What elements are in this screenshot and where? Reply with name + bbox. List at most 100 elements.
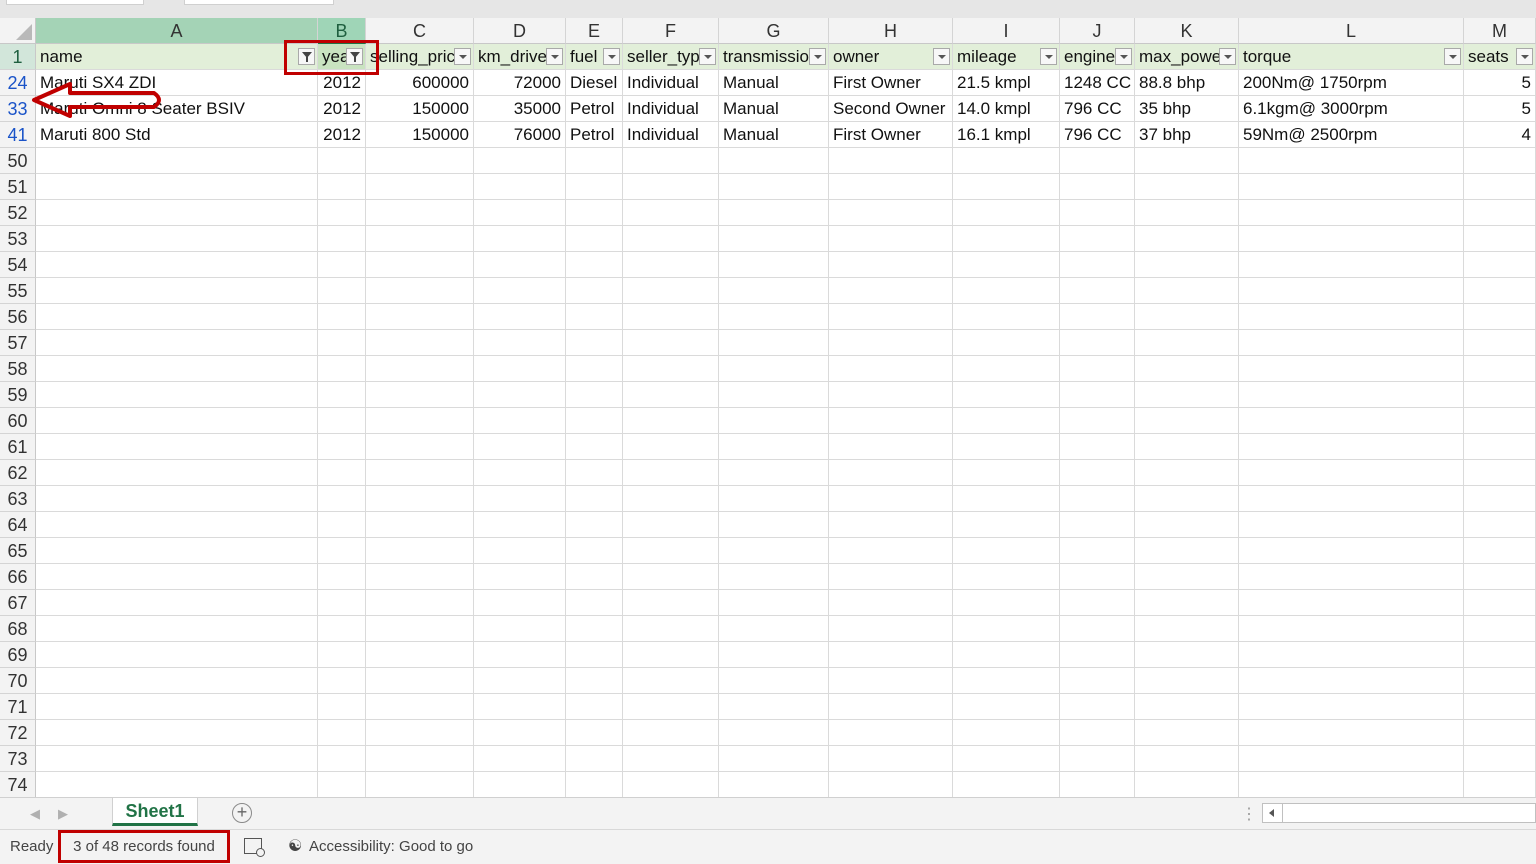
empty-cell[interactable] [1060,616,1135,642]
empty-cell[interactable] [829,408,953,434]
row-header[interactable]: 59 [0,382,36,408]
empty-cell[interactable] [36,642,318,668]
empty-cell[interactable] [953,356,1060,382]
empty-cell[interactable] [566,382,623,408]
empty-cell[interactable] [566,356,623,382]
empty-cell[interactable] [1060,694,1135,720]
data-cell[interactable]: 796 CC [1060,96,1135,122]
empty-cell[interactable] [366,668,474,694]
empty-cell[interactable] [719,382,829,408]
empty-cell[interactable] [953,720,1060,746]
empty-cell[interactable] [1239,486,1464,512]
filter-dropdown-button[interactable] [1516,48,1533,65]
empty-cell[interactable] [1239,278,1464,304]
empty-cell[interactable] [623,356,719,382]
accessibility-icon[interactable]: ☯ [288,836,302,856]
data-cell[interactable]: 4 [1464,122,1536,148]
row-header[interactable]: 53 [0,226,36,252]
empty-cell[interactable] [1135,538,1239,564]
empty-cell[interactable] [623,720,719,746]
empty-cell[interactable] [1135,694,1239,720]
empty-cell[interactable] [1239,564,1464,590]
empty-cell[interactable] [566,668,623,694]
data-cell[interactable]: 5 [1464,96,1536,122]
empty-cell[interactable] [623,226,719,252]
empty-cell[interactable] [36,668,318,694]
empty-cell[interactable] [566,512,623,538]
empty-cell[interactable] [318,486,366,512]
empty-cell[interactable] [719,226,829,252]
macro-record-icon[interactable] [244,838,265,857]
empty-cell[interactable] [1464,538,1536,564]
empty-cell[interactable] [366,564,474,590]
data-cell[interactable]: First Owner [829,122,953,148]
row-header[interactable]: 72 [0,720,36,746]
data-cell[interactable]: 2012 [318,96,366,122]
empty-cell[interactable] [953,174,1060,200]
data-cell[interactable]: Manual [719,70,829,96]
row-header[interactable]: 68 [0,616,36,642]
empty-cell[interactable] [1060,408,1135,434]
column-header-m[interactable]: M [1464,18,1536,44]
row-header[interactable]: 41 [0,122,36,148]
column-header-d[interactable]: D [474,18,566,44]
empty-cell[interactable] [36,694,318,720]
filter-dropdown-button[interactable] [454,48,471,65]
data-cell[interactable]: 16.1 kmpl [953,122,1060,148]
empty-cell[interactable] [953,434,1060,460]
empty-cell[interactable] [829,746,953,772]
empty-cell[interactable] [1135,486,1239,512]
empty-cell[interactable] [829,616,953,642]
empty-cell[interactable] [474,226,566,252]
empty-cell[interactable] [953,330,1060,356]
empty-cell[interactable] [623,616,719,642]
column-header-c[interactable]: C [366,18,474,44]
empty-cell[interactable] [829,512,953,538]
empty-cell[interactable] [36,434,318,460]
row-header[interactable]: 57 [0,330,36,356]
empty-cell[interactable] [318,746,366,772]
data-cell[interactable]: 35000 [474,96,566,122]
empty-cell[interactable] [1464,616,1536,642]
row-header[interactable]: 58 [0,356,36,382]
data-cell[interactable]: 150000 [366,122,474,148]
empty-cell[interactable] [719,278,829,304]
data-cell[interactable]: 59Nm@ 2500rpm [1239,122,1464,148]
empty-cell[interactable] [474,434,566,460]
empty-cell[interactable] [36,174,318,200]
row-header[interactable]: 24 [0,70,36,96]
empty-cell[interactable] [366,642,474,668]
empty-cell[interactable] [1239,148,1464,174]
data-cell[interactable]: 796 CC [1060,122,1135,148]
add-sheet-button[interactable]: + [232,803,252,823]
empty-cell[interactable] [1239,720,1464,746]
empty-cell[interactable] [829,486,953,512]
data-cell[interactable]: 2012 [318,70,366,96]
data-cell[interactable]: 21.5 kmpl [953,70,1060,96]
empty-cell[interactable] [474,642,566,668]
empty-cell[interactable] [719,174,829,200]
empty-cell[interactable] [474,148,566,174]
row-header[interactable]: 74 [0,772,36,797]
empty-cell[interactable] [1060,252,1135,278]
empty-cell[interactable] [366,226,474,252]
ribbon-tab-b[interactable] [184,0,334,5]
empty-cell[interactable] [474,382,566,408]
empty-cell[interactable] [366,512,474,538]
empty-cell[interactable] [318,382,366,408]
empty-cell[interactable] [474,668,566,694]
empty-cell[interactable] [953,252,1060,278]
empty-cell[interactable] [829,304,953,330]
empty-cell[interactable] [953,668,1060,694]
data-cell[interactable]: 600000 [366,70,474,96]
empty-cell[interactable] [953,486,1060,512]
empty-cell[interactable] [1239,746,1464,772]
empty-cell[interactable] [366,746,474,772]
filter-dropdown-button[interactable] [699,48,716,65]
empty-cell[interactable] [719,486,829,512]
empty-cell[interactable] [719,200,829,226]
filter-dropdown-button[interactable] [809,48,826,65]
empty-cell[interactable] [318,694,366,720]
horizontal-scrollbar[interactable] [1262,803,1536,823]
empty-cell[interactable] [366,356,474,382]
